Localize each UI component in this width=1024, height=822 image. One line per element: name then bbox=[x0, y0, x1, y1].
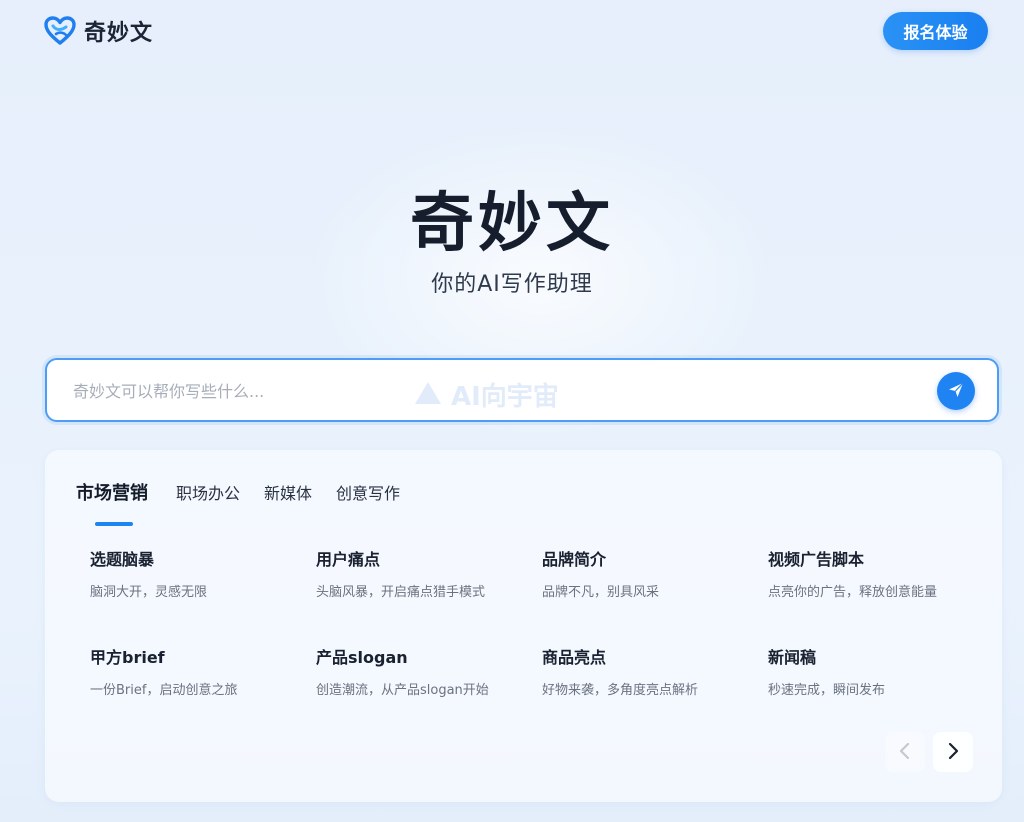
template-item-product-highlights[interactable]: 商品亮点 好物来袭，多角度亮点解析 bbox=[542, 646, 752, 700]
template-item-client-brief[interactable]: 甲方brief 一份Brief，启动创意之旅 bbox=[90, 646, 300, 700]
search-box: AI向宇宙 bbox=[45, 358, 999, 422]
template-item-desc: 点亮你的广告，释放创意能量 bbox=[768, 585, 938, 600]
template-item-topic-brainstorm[interactable]: 选题脑暴 脑洞大开，灵感无限 bbox=[90, 548, 300, 602]
template-item-desc: 创造潮流，从产品slogan开始 bbox=[316, 683, 489, 698]
template-item-title: 用户痛点 bbox=[316, 550, 381, 569]
template-item-user-pain-points[interactable]: 用户痛点 头脑风暴，开启痛点猎手模式 bbox=[316, 548, 526, 602]
template-item-title: 选题脑暴 bbox=[90, 550, 155, 569]
page-title: 奇妙文 bbox=[410, 187, 614, 261]
template-item-desc: 脑洞大开，灵感无限 bbox=[90, 585, 208, 600]
signup-button[interactable]: 报名体验 bbox=[883, 12, 988, 50]
send-arrow-icon bbox=[947, 381, 965, 402]
template-item-desc: 一份Brief，启动创意之旅 bbox=[90, 683, 238, 698]
category-tabs: 市场营销 职场办公 新媒体 创意写作 bbox=[76, 482, 424, 526]
template-card: 市场营销 职场办公 新媒体 创意写作 选题脑暴 脑洞大开，灵感无限 用户痛点 头… bbox=[45, 450, 1002, 802]
template-item-brand-intro[interactable]: 品牌简介 品牌不凡，别具风采 bbox=[542, 548, 752, 602]
app-name: 奇妙文 bbox=[84, 21, 154, 46]
template-item-title: 新闻稿 bbox=[768, 648, 817, 667]
template-item-desc: 好物来袭，多角度亮点解析 bbox=[542, 683, 699, 698]
template-item-title: 品牌简介 bbox=[542, 550, 607, 569]
tab-new-media[interactable]: 新媒体 bbox=[264, 482, 312, 506]
template-item-video-ad-script[interactable]: 视频广告脚本 点亮你的广告，释放创意能量 bbox=[768, 548, 978, 602]
tab-marketing[interactable]: 市场营销 bbox=[76, 482, 148, 526]
prev-page-button[interactable] bbox=[885, 732, 925, 772]
search-input[interactable] bbox=[71, 374, 895, 408]
send-button[interactable] bbox=[937, 372, 975, 410]
template-item-desc: 秒速完成，瞬间发布 bbox=[768, 683, 886, 698]
template-item-press-release[interactable]: 新闻稿 秒速完成，瞬间发布 bbox=[768, 646, 978, 700]
template-item-title: 视频广告脚本 bbox=[768, 550, 865, 569]
template-item-title: 甲方brief bbox=[90, 648, 165, 667]
template-item-title: 产品slogan bbox=[316, 648, 408, 667]
template-item-title: 商品亮点 bbox=[542, 648, 607, 667]
template-item-product-slogan[interactable]: 产品slogan 创造潮流，从产品slogan开始 bbox=[316, 646, 526, 700]
tab-office[interactable]: 职场办公 bbox=[176, 482, 240, 506]
chevron-right-icon bbox=[945, 742, 961, 763]
page-subtitle: 你的AI写作助理 bbox=[431, 272, 593, 297]
template-item-desc: 头脑风暴，开启痛点猎手模式 bbox=[316, 585, 486, 600]
logo[interactable]: 奇妙文 bbox=[44, 14, 153, 48]
chevron-left-icon bbox=[897, 742, 913, 763]
heart-logo-icon bbox=[44, 15, 76, 47]
template-item-desc: 品牌不凡，别具风采 bbox=[542, 585, 660, 600]
next-page-button[interactable] bbox=[933, 732, 973, 772]
tab-creative-writing[interactable]: 创意写作 bbox=[336, 482, 400, 506]
